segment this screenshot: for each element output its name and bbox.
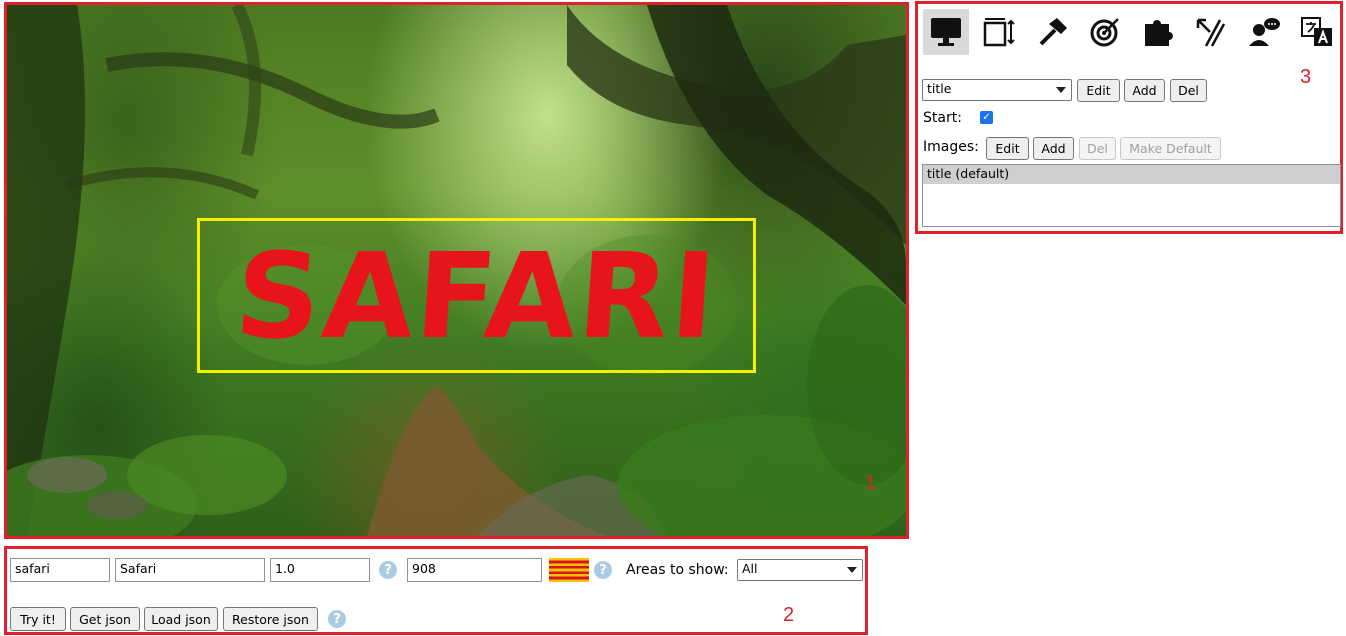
restore-json-button[interactable]: Restore json	[223, 607, 318, 631]
jungle-background-image[interactable]: SAFARI	[7, 5, 906, 536]
language-flag-icon[interactable]	[549, 558, 589, 582]
project-id-input[interactable]: safari	[10, 558, 110, 582]
target-icon[interactable]	[1082, 9, 1128, 55]
cursor-lines-icon[interactable]	[1188, 9, 1234, 55]
puzzle-icon[interactable]	[1135, 9, 1181, 55]
scene-selected-value: title	[927, 81, 952, 96]
resize-icon[interactable]	[976, 9, 1022, 55]
image-add-button[interactable]: Add	[1033, 137, 1074, 160]
load-json-button[interactable]: Load json	[144, 607, 218, 631]
start-checkbox[interactable]: ✓	[980, 111, 993, 124]
scene-title-text: SAFARI	[230, 226, 723, 365]
help-icon[interactable]: ?	[379, 561, 397, 579]
project-settings-bar: safari Safari 1.0 ? 908 ? Areas to show:…	[4, 546, 868, 635]
chevron-down-icon	[1056, 87, 1066, 93]
translate-icon[interactable]	[1294, 9, 1340, 55]
scene-canvas-frame: SAFARI 1	[4, 2, 909, 539]
try-it-button[interactable]: Try it!	[10, 607, 66, 631]
area-number-1: 1	[865, 472, 877, 494]
width-input[interactable]: 908	[407, 558, 542, 582]
monitor-icon[interactable]	[923, 9, 969, 55]
scene-select[interactable]: title	[922, 79, 1072, 101]
editor-panel: title Edit Add Del Start: ✓ Images: Edit…	[915, 1, 1343, 234]
project-name-input[interactable]: Safari	[115, 558, 265, 582]
start-label: Start:	[923, 110, 962, 126]
get-json-button[interactable]: Get json	[70, 607, 140, 631]
images-label: Images:	[923, 139, 979, 155]
help-icon[interactable]: ?	[594, 561, 612, 579]
list-item[interactable]: title (default)	[923, 165, 1340, 184]
project-version-input[interactable]: 1.0	[270, 558, 370, 582]
scene-edit-button[interactable]: Edit	[1077, 79, 1120, 102]
image-del-button[interactable]: Del	[1079, 137, 1116, 160]
make-default-button[interactable]: Make Default	[1120, 137, 1221, 160]
image-list[interactable]: title (default)	[922, 164, 1341, 227]
scene-del-button[interactable]: Del	[1170, 79, 1207, 102]
area-number-3: 3	[1300, 66, 1312, 88]
scene-add-button[interactable]: Add	[1124, 79, 1165, 102]
help-icon[interactable]: ?	[328, 610, 346, 628]
area-number-2: 2	[783, 604, 795, 626]
title-text-area[interactable]: SAFARI	[197, 218, 756, 373]
chevron-down-icon	[847, 567, 857, 573]
areas-to-show-label: Areas to show:	[626, 562, 729, 578]
areas-selected-value: All	[742, 561, 758, 576]
hammer-icon[interactable]	[1029, 9, 1075, 55]
image-edit-button[interactable]: Edit	[986, 137, 1029, 160]
areas-to-show-select[interactable]: All	[737, 559, 863, 581]
user-speech-icon[interactable]	[1241, 9, 1287, 55]
